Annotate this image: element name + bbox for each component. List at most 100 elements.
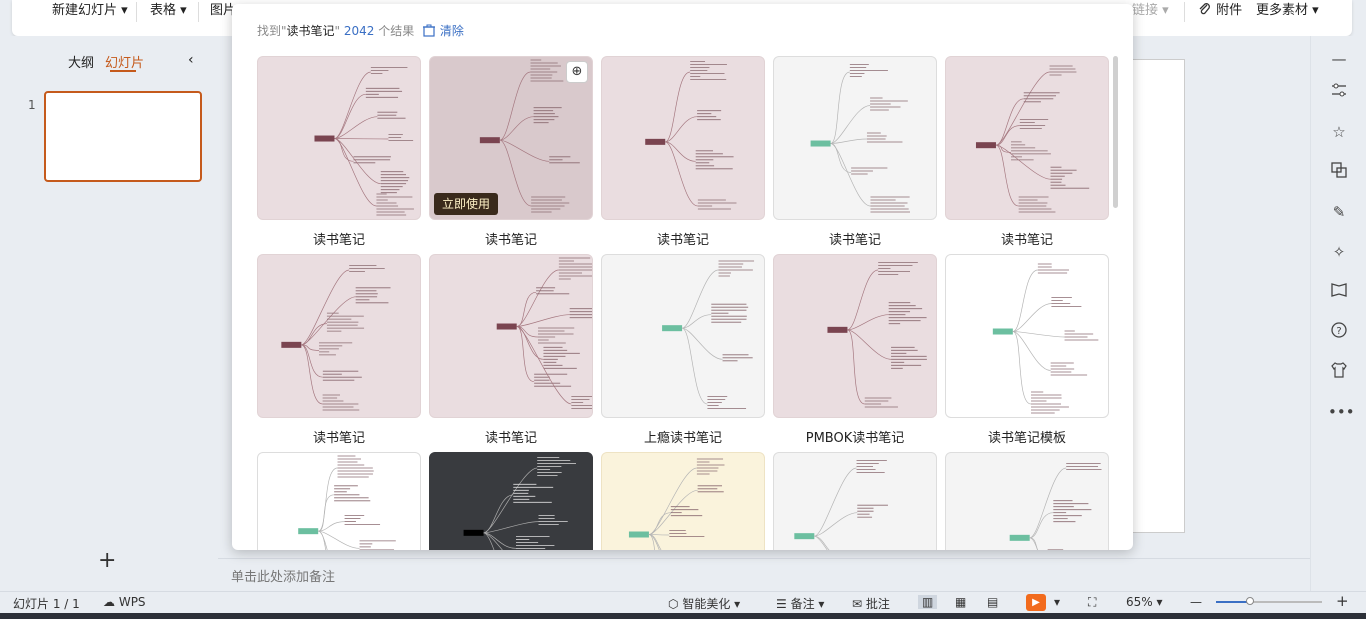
template-card-label[interactable]: 读书笔记 bbox=[429, 427, 593, 446]
grid-view-icon[interactable]: ▦ bbox=[955, 595, 966, 609]
search-query: 读书笔记 bbox=[286, 24, 335, 38]
mindmap-preview bbox=[810, 64, 910, 213]
template-card[interactable] bbox=[257, 452, 421, 550]
search-result-summary: 找到"读书笔记" 2042 个结果 bbox=[257, 22, 414, 39]
beautify-button[interactable]: ⬡ 智能美化 ▾ bbox=[668, 595, 740, 612]
reading-view-icon[interactable]: ▤ bbox=[987, 595, 998, 609]
clear-button[interactable]: 清除 bbox=[422, 22, 464, 39]
attachment-button[interactable]: 附件 bbox=[1198, 0, 1242, 24]
template-search-popup: 找到"读书笔记" 2042 个结果 清除 读书笔记 ⊕ 立即使用 读书笔记 读书笔记 读书… bbox=[232, 4, 1133, 550]
mindmap-preview bbox=[628, 458, 725, 550]
taskbar-strip bbox=[0, 613, 1366, 619]
star-icon[interactable]: ☆ bbox=[1328, 121, 1350, 143]
mindmap-preview bbox=[298, 455, 396, 550]
more-icon[interactable]: ••• bbox=[1328, 401, 1355, 423]
template-card[interactable] bbox=[257, 254, 421, 418]
comment-button[interactable]: ✉ 批注 bbox=[852, 595, 890, 612]
notes-area[interactable]: 单击此处添加备注 bbox=[218, 558, 1310, 591]
slide-info: 幻灯片 1 / 1 bbox=[13, 597, 80, 611]
table-label: 表格 bbox=[150, 3, 177, 18]
tab-outline[interactable]: 大纲 bbox=[68, 52, 94, 71]
new-slide-button[interactable]: 新建幻灯片 ▾ bbox=[52, 0, 128, 24]
zoom-level[interactable]: 65% ▾ bbox=[1126, 595, 1163, 609]
toolbar-divider bbox=[136, 2, 137, 22]
table-button[interactable]: 表格 ▾ bbox=[150, 0, 187, 24]
template-card[interactable]: ⊕ 立即使用 bbox=[429, 56, 593, 220]
beautify-label: 智能美化 bbox=[682, 597, 731, 611]
trash-icon bbox=[422, 24, 440, 38]
play-icon[interactable]: ▶ bbox=[1026, 594, 1046, 611]
svg-text:?: ? bbox=[1336, 326, 1341, 337]
shirt-icon[interactable] bbox=[1328, 361, 1350, 383]
more-material-button[interactable]: 更多素材 ▾ bbox=[1256, 0, 1319, 24]
template-card[interactable] bbox=[601, 56, 765, 220]
result-word: 个结果 bbox=[378, 24, 415, 38]
handwriting-icon[interactable]: ✎ bbox=[1328, 201, 1350, 223]
template-card-label[interactable]: 上瘾读书笔记 bbox=[601, 427, 765, 446]
template-card-label[interactable]: 读书笔记 bbox=[429, 229, 593, 248]
template-card-label[interactable]: 读书笔记 bbox=[601, 229, 765, 248]
mindmap-preview bbox=[463, 457, 576, 550]
toolbar-divider bbox=[198, 2, 199, 22]
status-bar: 幻灯片 1 / 1 ☁ WPS ⬡ 智能美化 ▾ ☰ 备注 ▾ ✉ 批注 ▥ ▦… bbox=[0, 591, 1366, 613]
zoom-value: 65% bbox=[1126, 595, 1153, 609]
template-card[interactable] bbox=[773, 56, 937, 220]
template-card-label[interactable]: PMBOK读书笔记 bbox=[773, 427, 937, 446]
collapse-panel-icon[interactable]: ‹ bbox=[188, 52, 194, 68]
slide-thumbnail[interactable] bbox=[44, 91, 202, 182]
template-card-label[interactable]: 读书笔记 bbox=[773, 229, 937, 248]
use-now-button[interactable]: 立即使用 bbox=[434, 193, 499, 215]
toolbar-divider bbox=[1184, 2, 1185, 22]
comment-label: 批注 bbox=[865, 597, 890, 611]
book-icon[interactable] bbox=[1328, 281, 1350, 303]
result-prefix: 找到" bbox=[257, 24, 287, 38]
template-card[interactable] bbox=[945, 56, 1109, 220]
mindmap-preview bbox=[975, 65, 1090, 213]
notes-placeholder: 单击此处添加备注 bbox=[231, 570, 336, 585]
magic-tools-icon[interactable]: ✧ bbox=[1328, 241, 1350, 263]
sliders-icon[interactable] bbox=[1328, 81, 1350, 103]
popup-scrollbar[interactable] bbox=[1113, 56, 1118, 208]
template-card[interactable] bbox=[773, 452, 937, 550]
template-card[interactable] bbox=[429, 452, 593, 550]
link-button[interactable]: 链接 ▾ bbox=[1132, 0, 1169, 24]
slide-number: 1 bbox=[28, 98, 36, 112]
attachment-label: 附件 bbox=[1216, 3, 1243, 18]
template-card-label[interactable]: 读书笔记 bbox=[257, 427, 421, 446]
zoom-slider-fill bbox=[1216, 601, 1250, 603]
mindmap-preview bbox=[645, 61, 737, 210]
template-card[interactable] bbox=[945, 452, 1109, 550]
template-card[interactable] bbox=[773, 254, 937, 418]
add-slide-button[interactable]: + bbox=[98, 548, 116, 573]
paperclip-icon bbox=[1198, 3, 1216, 18]
help-icon[interactable]: ? bbox=[1328, 321, 1350, 343]
wps-button[interactable]: ☁ WPS bbox=[103, 595, 146, 609]
zoom-in-icon[interactable]: ⊕ bbox=[566, 61, 588, 83]
template-card-label[interactable]: 读书笔记 bbox=[257, 229, 421, 248]
wps-cloud-icon: ☁ bbox=[103, 595, 115, 609]
mindmap-preview bbox=[662, 260, 755, 409]
new-slide-label: 新建幻灯片 bbox=[52, 3, 118, 18]
template-card[interactable] bbox=[945, 254, 1109, 418]
zoom-out-button[interactable]: — bbox=[1190, 595, 1202, 609]
beautify-icon: ⬡ bbox=[668, 597, 679, 611]
notes-toggle-button[interactable]: ☰ 备注 ▾ bbox=[776, 595, 824, 612]
shapes-icon[interactable] bbox=[1328, 161, 1350, 183]
mindmap-preview bbox=[794, 460, 888, 550]
mindmap-preview bbox=[496, 257, 592, 409]
template-card[interactable] bbox=[257, 56, 421, 220]
zoom-in-button[interactable]: + bbox=[1336, 592, 1349, 610]
normal-view-icon[interactable]: ▥ bbox=[918, 595, 938, 609]
zoom-slider-thumb[interactable] bbox=[1246, 597, 1254, 605]
mindmap-preview bbox=[314, 67, 414, 216]
template-card-label[interactable]: 读书笔记模板 bbox=[945, 427, 1109, 446]
template-card[interactable] bbox=[601, 254, 765, 418]
template-card-label[interactable]: 读书笔记 bbox=[945, 229, 1109, 248]
play-options-icon[interactable]: ▾ bbox=[1054, 595, 1060, 609]
notes-icon: ☰ bbox=[776, 597, 787, 611]
fit-window-icon[interactable]: ⛶ bbox=[1088, 595, 1096, 610]
tab-slides[interactable]: 幻灯片 bbox=[105, 52, 144, 71]
minimize-icon[interactable]: — bbox=[1328, 48, 1350, 70]
template-card[interactable] bbox=[601, 452, 765, 550]
template-card[interactable] bbox=[429, 254, 593, 418]
